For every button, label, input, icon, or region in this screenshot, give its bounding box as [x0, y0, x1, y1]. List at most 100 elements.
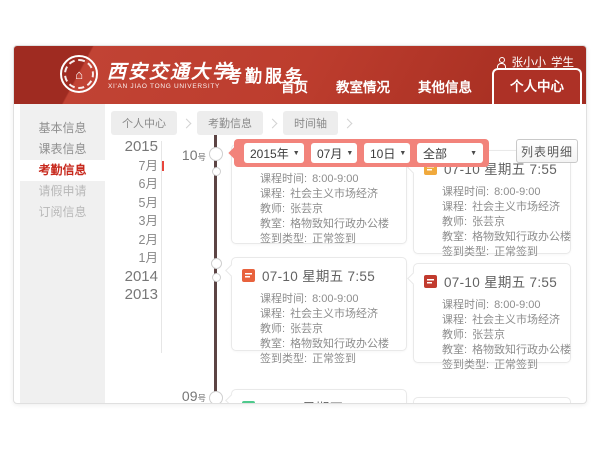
- card-fields: 课程时间:8:00-9:00课程:社会主义市场经济教师:张芸京教室:格物致知行政…: [414, 294, 570, 381]
- day-label-10: 10号: [166, 147, 206, 165]
- field-label: 教室:: [260, 218, 285, 230]
- field-label: 课程时间:: [260, 293, 307, 305]
- timeline-node: [212, 273, 221, 282]
- day-suffix: 号: [197, 393, 206, 403]
- screenshot-stage: ⌂ 西安交通大学 XI'AN JIAO TONG UNIVERSITY 考勤服务…: [0, 0, 600, 450]
- breadcrumb-attendance-info[interactable]: 考勤信息: [197, 111, 263, 135]
- field-value: 正常签到: [312, 353, 356, 365]
- year-select-value: 2015年: [250, 145, 289, 162]
- university-name-en: XI'AN JIAO TONG UNIVERSITY: [108, 83, 220, 90]
- field-value: 社会主义市场经济: [290, 188, 378, 200]
- timeline-month-3[interactable]: 3月: [105, 212, 158, 231]
- card-field-row: 教室:格物致知行政办公楼: [260, 217, 396, 232]
- caret-down-icon: ▼: [346, 150, 353, 157]
- card-field-row: 教师: 张芸京: [442, 215, 560, 230]
- sidebar-item-basic-info[interactable]: 基本信息: [20, 118, 105, 139]
- timeline-year-2015[interactable]: 2015: [105, 138, 158, 157]
- nav-home[interactable]: 首页: [267, 70, 322, 104]
- timeline-node: [209, 391, 223, 404]
- day-select-value: 10日: [370, 145, 395, 162]
- day-select[interactable]: 10日 ▼: [364, 143, 410, 163]
- list-detail-button[interactable]: 列表明细: [516, 139, 578, 163]
- date-filter-bar: 2015年 ▼ 07月 ▼ 10日 ▼ 全部 ▼: [234, 139, 489, 167]
- field-value: 格物致知行政办公楼: [290, 338, 389, 350]
- card-field-row: 教师:张芸京: [442, 328, 560, 343]
- sidebar-item-timetable[interactable]: 课表信息: [20, 139, 105, 160]
- field-value: 8:00-9:00: [312, 293, 358, 305]
- field-value: 正常签到: [494, 359, 538, 371]
- card-header: 07-10 星期五 7:55: [232, 258, 406, 288]
- field-value: 社会主义市场经济: [290, 308, 378, 320]
- day-number: 09: [182, 388, 198, 404]
- field-value: 8:00-9:00: [312, 173, 358, 185]
- timeline-node: [209, 147, 223, 161]
- field-value: 8:00-9:00: [494, 186, 540, 198]
- field-value: 张芸京: [472, 329, 505, 341]
- card-fields: 课程时间:8:00-9:00课程:社会主义市场经济教师:张芸京教室:格物致知行政…: [232, 288, 406, 375]
- timeline-node: [211, 258, 222, 269]
- field-label: 教师:: [260, 323, 285, 335]
- field-value: 张芸京: [290, 203, 323, 215]
- field-label: 教室:: [442, 344, 467, 356]
- field-label: 签到类型:: [260, 353, 307, 365]
- card-title: 07-10 星期五 7:55: [444, 271, 557, 291]
- type-select[interactable]: 全部 ▼: [417, 143, 483, 163]
- timeline-month-6[interactable]: 6月: [105, 175, 158, 194]
- month-select-value: 07月: [317, 145, 342, 162]
- timeline-year-2013[interactable]: 2013: [105, 286, 158, 305]
- attendance-card[interactable]: 07-10 星期五 7:55课程时间:8:00-9:00课程:社会主义市场经济教…: [413, 263, 571, 363]
- card-field-row: 课程:社会主义市场经济: [442, 200, 560, 215]
- card-field-row: 签到类型:正常签到: [442, 358, 560, 373]
- caret-down-icon: ▼: [293, 150, 300, 157]
- card-field-row: 教室:格物致知行政办公楼: [442, 343, 560, 358]
- sidebar-item-subscription[interactable]: 订阅信息: [20, 202, 105, 223]
- card-title: 07-09 星期四 7:55: [262, 397, 375, 404]
- card-field-row: 签到类型:正常签到: [442, 245, 560, 260]
- card-field-row: 教室: 格物致知行政办公楼: [260, 337, 396, 352]
- card-field-row: 课程时间:8:00-9:00: [260, 172, 396, 187]
- breadcrumb-timeline[interactable]: 时间轴: [283, 111, 338, 135]
- year-select[interactable]: 2015年 ▼: [244, 143, 304, 163]
- app-window: ⌂ 西安交通大学 XI'AN JIAO TONG UNIVERSITY 考勤服务…: [13, 45, 587, 404]
- timeline-month-5[interactable]: 5月: [105, 194, 158, 213]
- field-value: 社会主义市场经济: [472, 314, 560, 326]
- nav-personal-center[interactable]: 个人中心: [492, 68, 582, 104]
- field-label: 教师:: [442, 216, 467, 228]
- caret-down-icon: ▼: [399, 150, 406, 157]
- nav-classroom-status[interactable]: 教室情况: [322, 70, 404, 104]
- timeline-month-7[interactable]: 7月: [105, 157, 158, 176]
- card-field-row: 教室:格物致知行政办公楼: [442, 230, 560, 245]
- card-header: 07-10 星期五 7:55: [414, 264, 570, 294]
- timeline-month-2[interactable]: 2月: [105, 231, 158, 250]
- field-label: 课程:: [260, 188, 285, 200]
- caret-down-icon: ▼: [470, 150, 477, 157]
- attendance-card[interactable]: 07-09 星期四 7:55: [231, 389, 407, 404]
- field-label: 教室:: [442, 231, 467, 243]
- month-select[interactable]: 07月 ▼: [311, 143, 357, 163]
- card-field-row: 课程时间:8:00-9:00: [442, 185, 560, 200]
- attendance-card[interactable]: [413, 397, 571, 404]
- signin-badge-icon: [242, 401, 255, 405]
- timeline-month-1[interactable]: 1月: [105, 249, 158, 268]
- card-field-row: 教师:张芸京: [260, 202, 396, 217]
- type-select-value: 全部: [423, 145, 447, 162]
- person-icon: [496, 57, 507, 68]
- nav-other-info[interactable]: 其他信息: [404, 70, 486, 104]
- current-month-marker: [162, 161, 164, 171]
- timeline-year-2014[interactable]: 2014: [105, 268, 158, 287]
- field-value: 张芸京: [472, 216, 505, 228]
- card-fields: 课程时间:8:00-9:00课程:社会主义市场经济教师:张芸京教室:格物致知行政…: [414, 181, 570, 268]
- field-label: 课程:: [442, 314, 467, 326]
- field-value: 格物致知行政办公楼: [472, 231, 571, 243]
- field-label: 教室:: [260, 338, 285, 350]
- attendance-card[interactable]: 07-10 星期五 7:55 课程时间: 8:00-9:00 课程:社会主义市场经济教…: [231, 257, 407, 351]
- card-field-row: 课程:社会主义市场经济: [260, 307, 396, 322]
- signin-badge-icon: [242, 269, 255, 282]
- card-title: 07-10 星期五 7:55: [262, 265, 375, 285]
- breadcrumb-personal-center[interactable]: 个人中心: [111, 111, 177, 135]
- card-header: 07-09 星期四 7:55: [232, 390, 406, 404]
- sidebar-item-attendance[interactable]: 考勤信息: [20, 160, 105, 181]
- card-field-row: 课程: 社会主义市场经济: [442, 313, 560, 328]
- sidebar-item-leave-request[interactable]: 请假申请: [20, 181, 105, 202]
- chevron-right-icon: [268, 118, 278, 128]
